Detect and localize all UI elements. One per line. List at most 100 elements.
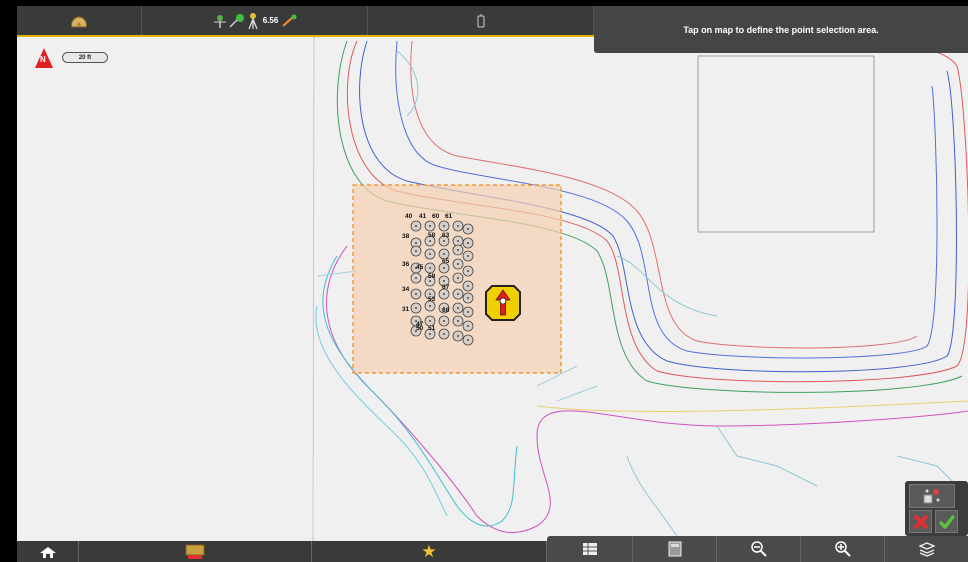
survey-point-center	[457, 335, 459, 337]
point-label: 68	[442, 307, 450, 314]
device-button[interactable]	[368, 6, 594, 35]
point-label: 59	[428, 273, 436, 280]
favorite-star-icon: ★	[421, 541, 437, 561]
point-label: 38	[402, 233, 410, 240]
home-cloud-button[interactable]	[17, 6, 142, 35]
connection-icon	[229, 13, 244, 28]
survey-point-center	[429, 320, 431, 322]
point-label: 58	[428, 232, 436, 239]
survey-point-center	[429, 267, 431, 269]
survey-point-center	[443, 225, 445, 227]
point-label: 36	[402, 261, 410, 268]
point-label: 50	[416, 325, 424, 332]
favorite-button[interactable]: ★	[312, 541, 547, 562]
survey-point-center	[457, 225, 459, 227]
layers-icon	[917, 542, 936, 557]
point-label: 51	[428, 325, 436, 332]
home-button[interactable]	[17, 541, 79, 562]
survey-point-center	[429, 293, 431, 295]
map-tools-toolbar	[547, 536, 968, 562]
rover-icon	[282, 14, 297, 27]
survey-point-center	[467, 339, 469, 341]
zoom-in-icon	[834, 541, 851, 557]
point-label: 53	[428, 296, 436, 303]
rover-position-icon[interactable]	[485, 285, 521, 321]
survey-point-center	[429, 333, 431, 335]
map-layers-icon	[185, 544, 205, 559]
instruction-banner: Tap on map to define the point selection…	[594, 6, 968, 53]
survey-point-center	[429, 240, 431, 242]
point-label: 34	[402, 286, 410, 293]
zoom-out-button[interactable]	[716, 536, 800, 562]
calculator-icon	[668, 541, 681, 557]
survey-point-center	[429, 305, 431, 307]
survey-point-center	[457, 277, 459, 279]
survey-point-center	[443, 280, 445, 282]
point-label: 67	[442, 284, 450, 291]
cancel-icon	[913, 514, 928, 529]
point-label: 31	[402, 306, 410, 313]
survey-point-center	[467, 228, 469, 230]
survey-point-center	[457, 307, 459, 309]
scale-label: 20 ft	[78, 54, 92, 61]
curb-line-yellow	[536, 400, 968, 412]
building-outline	[697, 55, 875, 233]
survey-point-center	[429, 280, 431, 282]
survey-point-center	[443, 267, 445, 269]
tripod-icon	[248, 12, 258, 29]
survey-point-center	[443, 253, 445, 255]
accept-button[interactable]	[935, 510, 958, 533]
point-label: 45	[416, 264, 424, 271]
survey-point-center	[415, 277, 417, 279]
table-button[interactable]	[547, 536, 632, 562]
point-label: 61	[445, 213, 453, 220]
survey-point-center	[467, 255, 469, 257]
calculator-button[interactable]	[632, 536, 716, 562]
survey-point-center	[467, 311, 469, 313]
survey-point-center	[467, 325, 469, 327]
survey-point-center	[429, 225, 431, 227]
north-label: N	[40, 55, 46, 64]
survey-point-center	[457, 263, 459, 265]
map-canvas[interactable]: 40 41 60 6138 58 6336 45655934 673147536850 51	[17, 6, 968, 562]
point-select-button[interactable]	[909, 484, 955, 508]
selection-panel	[905, 481, 968, 536]
survey-point-center	[415, 250, 417, 252]
zoom-out-icon	[750, 541, 767, 557]
accept-icon	[938, 514, 955, 529]
point-label: 40	[405, 213, 413, 220]
survey-point-center	[457, 320, 459, 322]
point-label: 63	[442, 232, 450, 239]
survey-point-center	[429, 253, 431, 255]
layers-button[interactable]	[884, 536, 968, 562]
map-layers-button[interactable]	[79, 541, 312, 562]
survey-point-center	[443, 333, 445, 335]
point-label: 41	[419, 213, 427, 220]
survey-point-center	[415, 293, 417, 295]
point-label: 65	[442, 258, 450, 265]
survey-point-center	[457, 293, 459, 295]
home-cloud-icon	[71, 15, 87, 27]
cancel-button[interactable]	[909, 510, 932, 533]
zoom-in-button[interactable]	[800, 536, 884, 562]
point-label: 60	[432, 213, 440, 220]
home-icon	[39, 546, 56, 558]
survey-point-center	[415, 225, 417, 227]
app-window: 40 41 60 61 38 58 63 36 45 65 59 34 67 31 47 53 68 50 51 N…	[17, 6, 968, 562]
survey-point-center	[443, 293, 445, 295]
survey-point-center	[467, 297, 469, 299]
scale-bar: 20 ft	[62, 52, 108, 63]
vertical-reference-line	[312, 36, 315, 542]
point-select-icon	[923, 489, 940, 504]
survey-point-center	[443, 240, 445, 242]
gps-status-button[interactable]: 6.56	[142, 6, 368, 35]
device-icon	[477, 13, 484, 27]
survey-point-center	[467, 242, 469, 244]
survey-point-center	[443, 320, 445, 322]
table-icon	[582, 543, 597, 555]
survey-point-center	[415, 242, 417, 244]
gps-precision-value: 6.56	[262, 16, 279, 25]
survey-point-center	[415, 307, 417, 309]
survey-point-center	[457, 240, 459, 242]
survey-point-center	[457, 249, 459, 251]
